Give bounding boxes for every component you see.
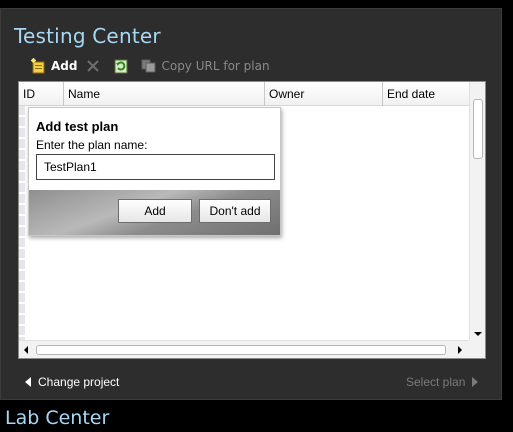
select-plan-link[interactable]: Select plan [406,375,479,389]
toolbar: Add Copy URL for plan [31,57,278,75]
dialog-add-button[interactable]: Add [118,199,192,223]
add-test-plan-dialog: Add test plan Enter the plan name: Add D… [28,107,281,236]
scrollbar-corner [469,340,485,358]
horizontal-scrollbar[interactable] [19,340,470,358]
add-button-label: Add [51,59,78,73]
column-header-owner[interactable]: Owner [265,82,383,106]
dialog-prompt: Enter the plan name: [36,138,148,152]
delete-button[interactable] [85,58,105,74]
copy-url-button[interactable]: Copy URL for plan [141,58,270,74]
vertical-scrollbar[interactable] [469,82,485,340]
dialog-footer: Add Don't add [29,190,280,235]
copy-url-label: Copy URL for plan [161,59,270,73]
add-plan-icon [31,58,45,74]
select-plan-label: Select plan [406,375,466,389]
row-gutter [19,106,25,340]
refresh-icon [114,59,128,74]
copy-url-icon [141,59,156,73]
plan-name-input[interactable] [36,154,275,180]
column-header-id[interactable]: ID [19,82,64,106]
vertical-scroll-thumb[interactable] [473,99,483,159]
column-header-end-date[interactable]: End date [383,82,470,106]
add-button[interactable]: Add [31,58,77,74]
scroll-down-arrow-icon[interactable] [474,332,482,336]
panel-title: Testing Center [14,24,161,48]
refresh-button[interactable] [113,58,133,74]
dialog-dont-add-button[interactable]: Don't add [199,199,271,223]
grid-header: ID Name Owner End date [19,82,470,106]
scroll-left-arrow-icon[interactable] [24,346,28,354]
forward-arrow-icon [472,377,479,387]
change-project-link[interactable]: Change project [25,375,119,389]
column-header-name[interactable]: Name [64,82,265,106]
back-arrow-icon [25,377,31,387]
scroll-right-arrow-icon[interactable] [458,346,462,354]
delete-x-icon [87,60,100,72]
horizontal-scroll-thumb[interactable] [36,345,446,355]
lab-center-heading[interactable]: Lab Center [5,407,109,429]
dialog-title: Add test plan [36,119,119,134]
change-project-label: Change project [38,375,120,389]
